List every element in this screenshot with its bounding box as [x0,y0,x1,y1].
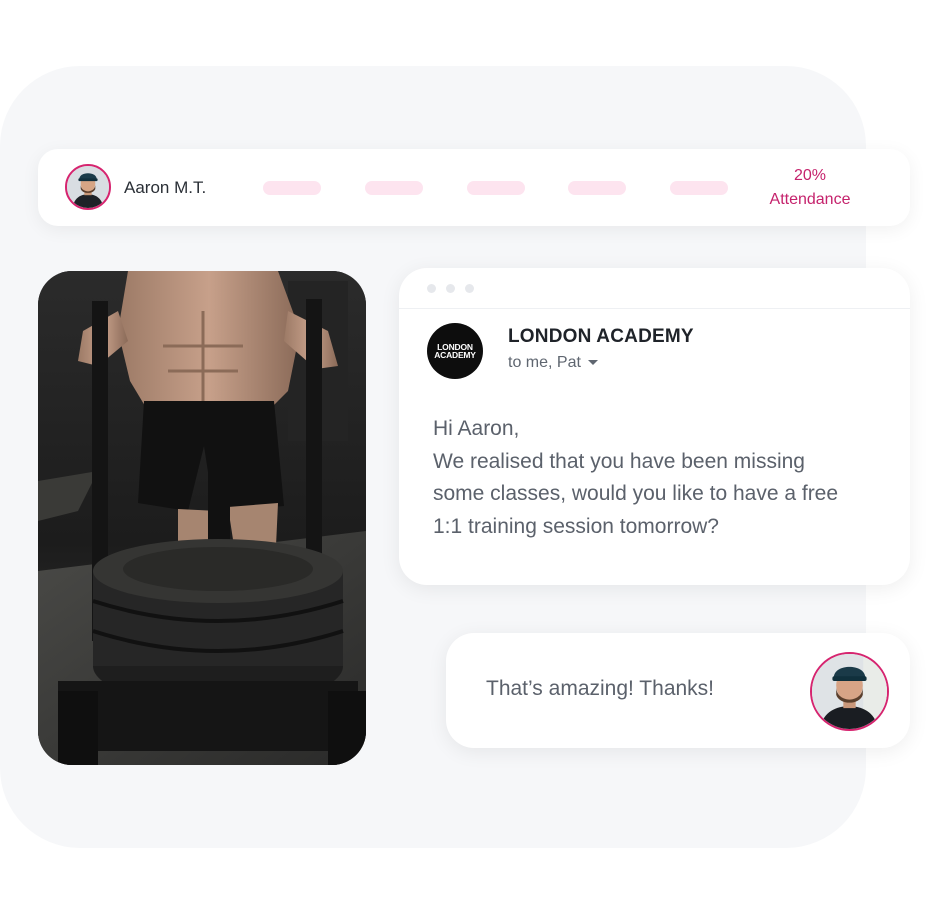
student-avatar [65,164,111,210]
attendance-percentage: 20% [793,167,827,184]
gym-photo [38,271,366,765]
divider [399,308,910,309]
window-dot [465,284,474,293]
reply-bubble: That’s amazing! Thanks! [446,633,910,748]
email-card: LONDON ACADEMY LONDON ACADEMY to me, Pat… [399,268,910,585]
window-dot [446,284,455,293]
student-name: Aaron M.T. [124,178,207,197]
session-pill [568,181,626,195]
reply-text: That’s amazing! Thanks! [486,677,715,700]
session-pill [365,181,423,195]
email-body-line: We realised that you have been missing [433,449,805,473]
session-pill [467,181,525,195]
email-sender: LONDON ACADEMY [508,326,694,347]
email-body-line: Hi Aaron, [433,417,520,440]
session-pill [670,181,728,195]
recipients-label: to me, Pat [508,354,581,371]
email-body-line: 1:1 training session tomorrow? [433,514,719,538]
email-body-line: some classes, would you like to have a f… [433,482,839,505]
attendance-card: Aaron M.T. 20% Attendance [38,149,910,226]
email-body: Hi Aaron, We realised that you have been… [433,413,893,543]
window-dot [427,284,436,293]
attendance-label: Attendance [769,191,851,208]
email-recipients[interactable]: to me, Pat [508,354,598,372]
caret-down-icon[interactable] [587,360,598,366]
academy-logo: LONDON ACADEMY [427,323,483,379]
session-pill [263,181,321,195]
reply-avatar [810,652,889,731]
logo-text-line: ACADEMY [434,350,476,360]
